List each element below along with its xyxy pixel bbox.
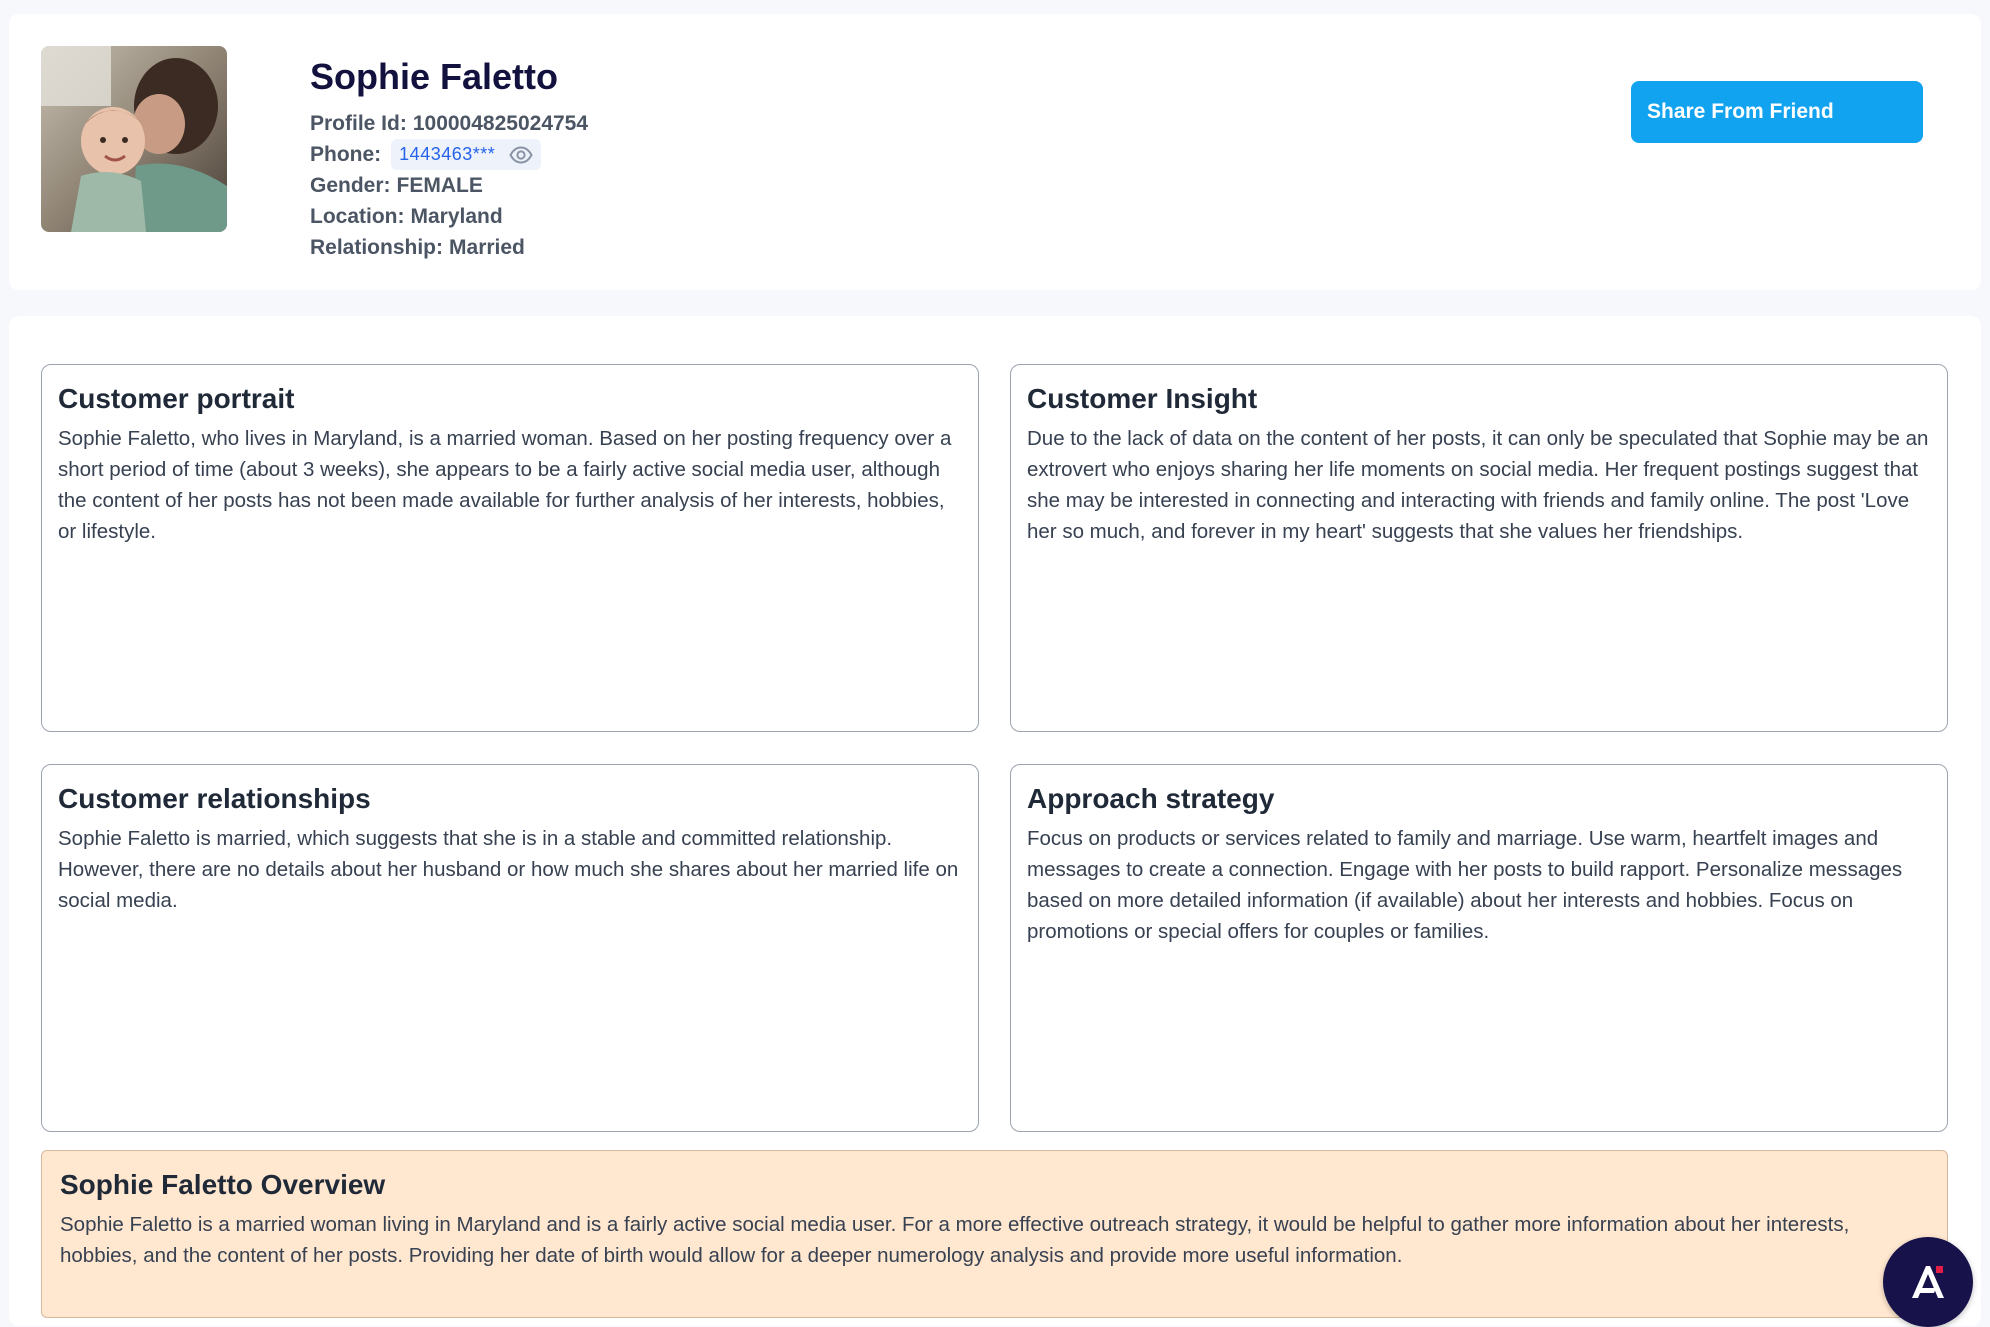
profile-avatar — [41, 46, 227, 232]
panel-title: Customer portrait — [58, 383, 295, 414]
relationship-label: Relationship: — [310, 236, 444, 259]
app-logo-icon — [1912, 1266, 1944, 1298]
location-row: Location: Maryland — [310, 201, 588, 232]
phone-chip[interactable]: 1443463*** — [391, 139, 542, 170]
phone-row: Phone: 1443463*** — [310, 139, 588, 170]
app-logo-fab[interactable] — [1883, 1237, 1973, 1327]
panel-body: Sophie Faletto, who lives in Maryland, i… — [58, 427, 952, 543]
panel-title: Customer Insight — [1027, 383, 1258, 414]
gender-row: Gender: FEMALE — [310, 170, 588, 201]
location-value: Maryland — [410, 205, 503, 228]
customer-relationships-panel: Customer relationships Sophie Faletto is… — [41, 764, 979, 1132]
overview-title: Sophie Faletto Overview — [60, 1169, 386, 1200]
relationship-row: Relationship: Married — [310, 232, 588, 263]
overview-panel: Sophie Faletto Overview Sophie Faletto i… — [41, 1150, 1948, 1318]
panel-body: Focus on products or services related to… — [1027, 827, 1903, 943]
eye-icon[interactable] — [509, 143, 533, 167]
phone-value: 1443463*** — [399, 144, 496, 164]
panel-title: Approach strategy — [1027, 783, 1275, 814]
panel-body: Sophie Faletto is married, which suggest… — [58, 827, 959, 912]
avatar-photo — [41, 46, 227, 232]
profile-id-label: Profile Id: — [310, 112, 407, 135]
customer-insight-panel: Customer Insight Due to the lack of data… — [1010, 364, 1948, 732]
profile-id-value: 100004825024754 — [412, 112, 589, 135]
profile-name: Sophie Faletto — [310, 56, 559, 97]
panel-title: Customer relationships — [58, 783, 371, 814]
phone-label: Phone: — [310, 143, 382, 166]
relationship-value: Married — [449, 236, 525, 259]
gender-label: Gender: — [310, 174, 391, 197]
gender-value: FEMALE — [396, 174, 483, 197]
profile-info: Sophie Faletto Profile Id: 1000048250247… — [310, 54, 588, 263]
approach-strategy-panel: Approach strategy Focus on products or s… — [1010, 764, 1948, 1132]
profile-id-row: Profile Id: 100004825024754 — [310, 108, 588, 139]
location-label: Location: — [310, 205, 405, 228]
share-from-friend-button[interactable]: Share From Friend — [1631, 81, 1923, 143]
customer-portrait-panel: Customer portrait Sophie Faletto, who li… — [41, 364, 979, 732]
overview-body: Sophie Faletto is a married woman living… — [60, 1213, 1850, 1267]
analysis-card: Customer portrait Sophie Faletto, who li… — [9, 316, 1981, 1326]
profile-header-card: Sophie Faletto Profile Id: 1000048250247… — [9, 14, 1981, 290]
panel-body: Due to the lack of data on the content o… — [1027, 427, 1929, 543]
